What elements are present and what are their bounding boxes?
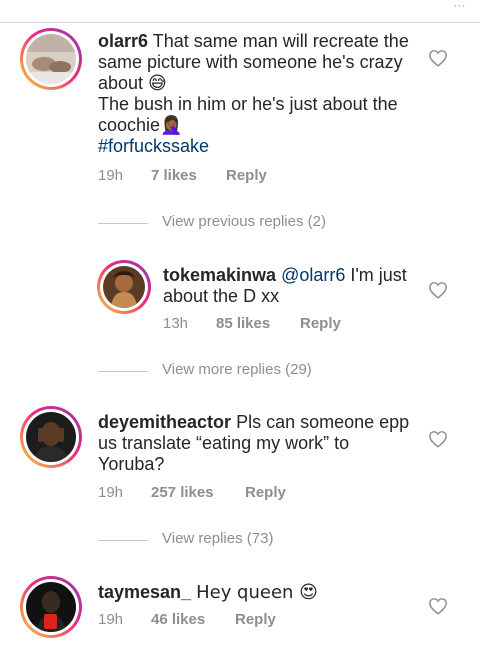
view-previous-replies[interactable]: View previous replies (2) (98, 213, 358, 233)
avatar[interactable] (20, 576, 82, 638)
reply-text: tokemakinwa @olarr6 I'm just about the D… (163, 265, 408, 307)
reply-meta: 13h 85 likes Reply (163, 315, 413, 335)
avatar[interactable] (20, 28, 82, 90)
more-dots-icon[interactable]: ⋯ (453, 0, 466, 12)
likes-count[interactable]: 85 likes (216, 315, 270, 332)
comment-time: 19h (98, 167, 124, 184)
heart-outline-icon[interactable] (428, 430, 448, 448)
comment-meta: 19h 7 likes Reply (98, 167, 398, 187)
heart-outline-icon[interactable] (428, 281, 448, 299)
top-bar: ⋯ (0, 0, 480, 23)
divider-line (98, 371, 148, 372)
comment-text: taymesan_ Hey queen 😍 (98, 582, 416, 603)
comment-username[interactable]: deyemitheactor (98, 412, 231, 432)
reply-button[interactable]: Reply (226, 167, 267, 184)
comment-taymesan: taymesan_ Hey queen 😍 19h 46 likes Reply (0, 576, 480, 656)
likes-count[interactable]: 257 likes (151, 484, 214, 501)
comment-username[interactable]: olarr6 (98, 31, 148, 51)
avatar[interactable] (20, 406, 82, 468)
likes-count[interactable]: 7 likes (151, 167, 197, 184)
reply-button[interactable]: Reply (300, 315, 341, 332)
divider-line (98, 223, 148, 224)
likes-count[interactable]: 46 likes (151, 611, 205, 628)
comment-text: olarr6 That same man will recreate the s… (98, 31, 416, 157)
divider-line (98, 540, 148, 541)
reply-username[interactable]: tokemakinwa (163, 265, 276, 285)
view-replies-label[interactable]: View replies (73) (162, 530, 273, 547)
view-previous-replies-label[interactable]: View previous replies (2) (162, 213, 326, 230)
mention-link[interactable]: @olarr6 (281, 265, 345, 285)
comment-username[interactable]: taymesan_ (98, 582, 191, 602)
comment-meta: 19h 257 likes Reply (98, 484, 398, 504)
view-more-replies-label[interactable]: View more replies (29) (162, 361, 312, 378)
comment-text: deyemitheactor Pls can someone epp us tr… (98, 412, 416, 475)
reply-time: 13h (163, 315, 189, 332)
comment-time: 19h (98, 611, 124, 628)
comment-body-line2: The bush in him or he's just about the c… (98, 94, 398, 135)
reply-tokemakinwa: tokemakinwa @olarr6 I'm just about the D… (0, 257, 480, 337)
comment-meta: 19h 46 likes Reply (98, 611, 398, 631)
comment-olarr6: olarr6 That same man will recreate the s… (0, 28, 480, 188)
view-replies[interactable]: View replies (73) (98, 530, 358, 550)
reply-button[interactable]: Reply (235, 611, 276, 628)
hashtag-link[interactable]: #forfuckssake (98, 136, 209, 156)
heart-outline-icon[interactable] (428, 597, 448, 615)
view-more-replies[interactable]: View more replies (29) (98, 361, 358, 381)
heart-outline-icon[interactable] (428, 49, 448, 67)
comment-time: 19h (98, 484, 124, 501)
comment-deyemitheactor: deyemitheactor Pls can someone epp us tr… (0, 406, 480, 506)
comment-body: Hey queen 😍 (196, 582, 318, 603)
reply-button[interactable]: Reply (245, 484, 286, 501)
avatar[interactable] (97, 260, 151, 314)
